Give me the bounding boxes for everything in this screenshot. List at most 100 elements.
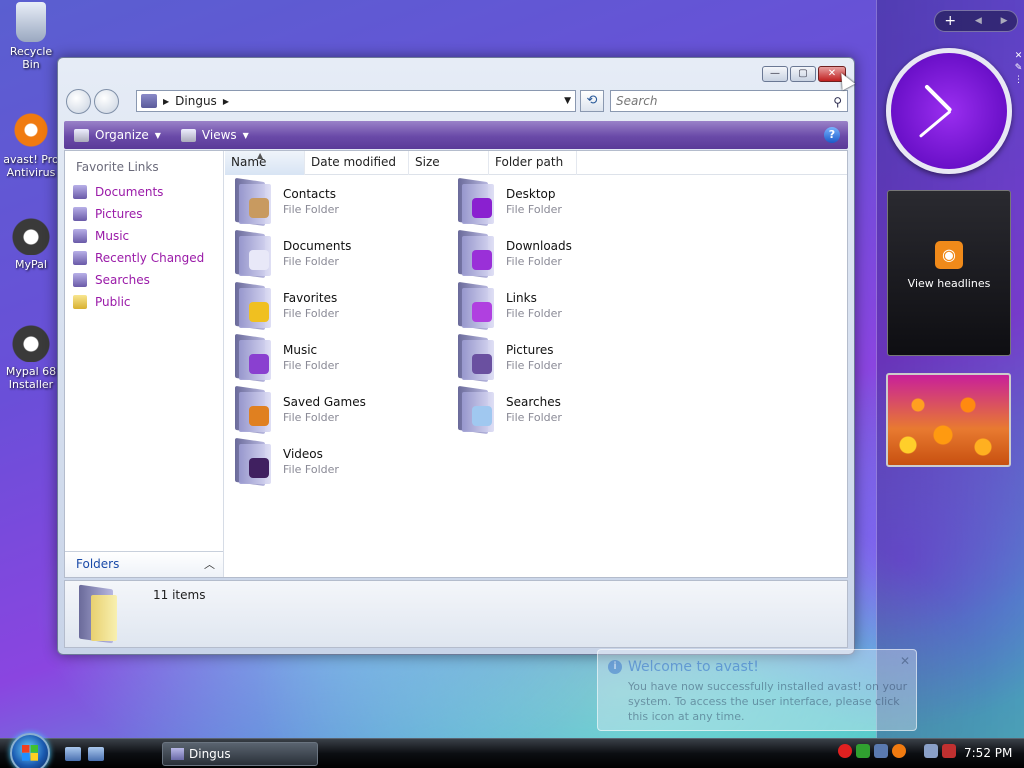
sidebar-prev-button[interactable]: ◀ <box>975 16 982 26</box>
favorite-link-label: Searches <box>95 273 150 287</box>
favorite-link-label: Music <box>95 229 130 243</box>
folder-item[interactable]: Contacts File Folder <box>233 177 443 227</box>
check-icon[interactable] <box>856 744 870 758</box>
search-input[interactable]: Search ⚲ <box>610 90 848 112</box>
favorite-link-item[interactable]: Documents <box>65 181 223 203</box>
favorite-link-item[interactable]: Searches <box>65 269 223 291</box>
column-headers: Name ▲ Date modified Size Folder path <box>225 151 847 175</box>
column-header[interactable]: Folder path <box>489 151 577 175</box>
column-header[interactable]: Size <box>409 151 489 175</box>
chevron-down-icon: ▼ <box>242 130 249 140</box>
mypal-icon <box>11 215 51 255</box>
error-icon[interactable] <box>838 744 852 758</box>
folder-type: File Folder <box>283 463 339 476</box>
item-count: 11 items <box>153 588 206 602</box>
info-icon: i <box>608 660 622 674</box>
computer-icon[interactable] <box>924 744 938 758</box>
back-button[interactable] <box>66 89 91 114</box>
file-list-pane: Name ▲ Date modified Size Folder path Contac… <box>225 151 847 577</box>
desktop-icon-label: avast! Pro Antivirus <box>3 153 59 179</box>
organize-button[interactable]: Organize ▼ <box>64 128 171 142</box>
minimize-button[interactable]: — <box>762 66 788 82</box>
desktop-icon-avast[interactable]: avast! Pro Antivirus <box>0 110 62 179</box>
favorite-link-item[interactable]: Recently Changed <box>65 247 223 269</box>
start-button[interactable] <box>10 733 50 768</box>
folder-item[interactable]: Links File Folder <box>456 281 666 331</box>
clock-gadget[interactable] <box>886 48 1012 174</box>
clock-time[interactable]: 7:52 PM <box>964 746 1012 760</box>
folder-type: File Folder <box>283 307 339 320</box>
desktop-icon-recycle-bin[interactable]: Recycle Bin <box>0 2 62 71</box>
avast-tray-icon[interactable] <box>892 744 906 758</box>
folder-item[interactable]: Favorites File Folder <box>233 281 443 331</box>
favorite-link-item[interactable]: Public <box>65 291 223 313</box>
folder-type: File Folder <box>506 411 562 424</box>
folder-name: Searches <box>506 395 561 409</box>
slideshow-gadget[interactable] <box>886 373 1011 467</box>
clock-minute-hand <box>918 109 952 138</box>
desktop-icon-mypal[interactable]: MyPal <box>0 215 62 271</box>
folder-name: Downloads <box>506 239 572 253</box>
folder-item[interactable]: Searches File Folder <box>456 385 666 435</box>
folder-type: File Folder <box>506 359 562 372</box>
taskbar-button-dingus[interactable]: Dingus <box>162 742 318 766</box>
column-header-label: Size <box>415 155 440 169</box>
documents-icon <box>73 185 87 199</box>
folder-item[interactable]: Desktop File Folder <box>456 177 666 227</box>
folder-item[interactable]: Documents File Folder <box>233 229 443 279</box>
system-tray <box>838 744 956 758</box>
volume-muted-icon[interactable] <box>942 744 956 758</box>
folder-type: File Folder <box>283 203 339 216</box>
feed-headlines-gadget[interactable]: ◉ View headlines <box>887 190 1011 356</box>
folder-preview-icon <box>79 584 125 644</box>
breadcrumb-dingus[interactable]: Dingus <box>175 94 217 108</box>
folder-item[interactable]: Saved Games File Folder <box>233 385 443 435</box>
column-header-label: Date modified <box>311 155 397 169</box>
maximize-button[interactable]: ▢ <box>790 66 816 82</box>
folder-name: Favorites <box>283 291 338 305</box>
address-bar[interactable]: ▶ Dingus ▶ ▼ <box>136 90 576 112</box>
sidebar-next-button[interactable]: ▶ <box>1001 16 1008 26</box>
folders-toggle[interactable]: Folders ︿ <box>65 551 223 577</box>
favorite-link-item[interactable]: Pictures <box>65 203 223 225</box>
folder-item[interactable]: Music File Folder <box>233 333 443 383</box>
network-icon[interactable] <box>874 744 888 758</box>
switch-windows-icon[interactable] <box>88 747 104 761</box>
explorer-window: — ▢ ✕ ▶ Dingus ▶ ▼ ⟲ Search ⚲ Organize ▼… <box>57 57 855 655</box>
forward-button[interactable] <box>94 89 119 114</box>
folder-item[interactable]: Videos File Folder <box>233 437 443 487</box>
explorer-content: Favorite Links Documents Pictures Music Rec… <box>64 150 848 578</box>
favorite-link-item[interactable]: Music <box>65 225 223 247</box>
avast-welcome-popup[interactable]: i Welcome to avast! ✕ You have now succe… <box>597 649 917 731</box>
add-gadget-button[interactable]: + <box>944 13 956 29</box>
sidebar-controls: + ◀ ▶ <box>934 10 1018 32</box>
navigation-pane: Favorite Links Documents Pictures Music Rec… <box>65 151 224 577</box>
desktop-icon-label: MyPal <box>15 258 47 271</box>
show-desktop-icon[interactable] <box>65 747 81 761</box>
search-icon[interactable]: ⚲ <box>833 92 842 112</box>
favorites-folder-icon <box>233 281 273 331</box>
feed-label: View headlines <box>907 277 991 290</box>
chevron-down-icon[interactable]: ▼ <box>564 96 571 106</box>
mypal-installer-icon <box>11 322 51 362</box>
column-header[interactable]: Date modified <box>305 151 409 175</box>
details-pane: 11 items <box>64 580 848 648</box>
help-icon[interactable]: ? <box>824 127 840 143</box>
views-label: Views <box>201 128 237 142</box>
folder-item[interactable]: Downloads File Folder <box>456 229 666 279</box>
folder-item[interactable]: Pictures File Folder <box>456 333 666 383</box>
popup-close-button[interactable]: ✕ <box>900 654 910 668</box>
refresh-button[interactable]: ⟲ <box>580 90 604 112</box>
views-icon <box>180 128 196 142</box>
recycle-bin-icon <box>16 2 46 42</box>
contacts-folder-icon <box>233 177 273 227</box>
organize-icon <box>74 128 89 142</box>
favorite-link-label: Documents <box>95 185 164 199</box>
organize-label: Organize <box>95 128 149 142</box>
folder-name: Pictures <box>506 343 554 357</box>
sidebar-gadget-tools[interactable]: ✕ ✎ ⋮ <box>1013 50 1024 86</box>
desktop-icon-mypal-installer[interactable]: Mypal 68 Installer <box>0 322 62 391</box>
column-header[interactable]: Name ▲ <box>225 151 305 175</box>
views-button[interactable]: Views ▼ <box>171 128 259 142</box>
folders-label: Folders <box>76 557 120 571</box>
